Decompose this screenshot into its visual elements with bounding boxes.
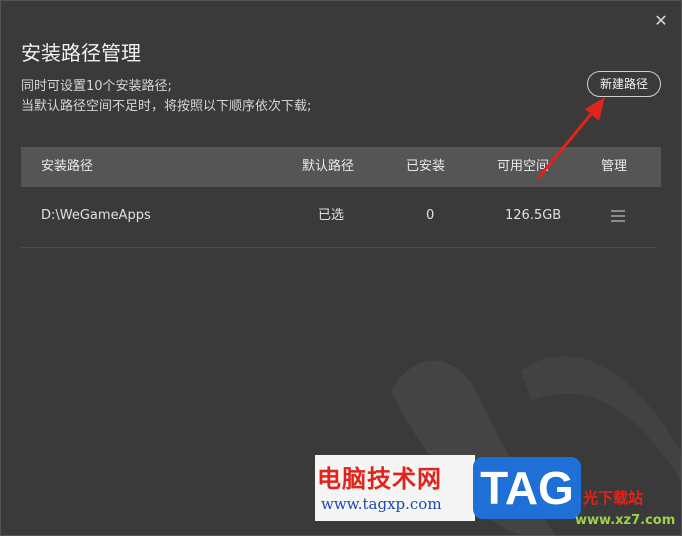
dialog-description: 同时可设置10个安装路径; 当默认路径空间不足时，将按照以下顺序依次下载;	[21, 77, 311, 117]
dialog-title: 安装路径管理	[21, 41, 141, 65]
description-line-1: 同时可设置10个安装路径;	[21, 79, 172, 94]
header-install-path: 安装路径	[41, 159, 94, 174]
cell-default: 已选	[318, 208, 345, 223]
table-row[interactable]: D:\WeGameApps 已选 0 126.5GB	[21, 189, 655, 248]
header-default-path: 默认路径	[302, 159, 355, 174]
close-icon[interactable]: ✕	[653, 13, 669, 29]
watermark-right-url: www.xz7.com	[575, 513, 676, 528]
watermark-site-url: www.tagxp.com	[321, 495, 442, 513]
watermark-right-text: 光下载站	[583, 489, 644, 507]
cell-installed: 0	[426, 208, 435, 223]
red-annotation-arrow	[537, 97, 605, 179]
watermark-site-logo: 电脑技术网 www.tagxp.com	[315, 455, 475, 521]
watermark-site-name: 电脑技术网	[317, 465, 442, 493]
header-installed: 已安装	[406, 159, 446, 174]
cell-path: D:\WeGameApps	[41, 208, 151, 223]
watermark-tag-logo: TAG	[473, 457, 581, 519]
manage-menu-icon[interactable]	[611, 210, 625, 222]
install-path-dialog: ✕ 安装路径管理 同时可设置10个安装路径; 当默认路径空间不足时，将按照以下顺…	[0, 0, 682, 536]
cell-space: 126.5GB	[505, 208, 562, 223]
description-line-2: 当默认路径空间不足时，将按照以下顺序依次下载;	[21, 99, 312, 114]
